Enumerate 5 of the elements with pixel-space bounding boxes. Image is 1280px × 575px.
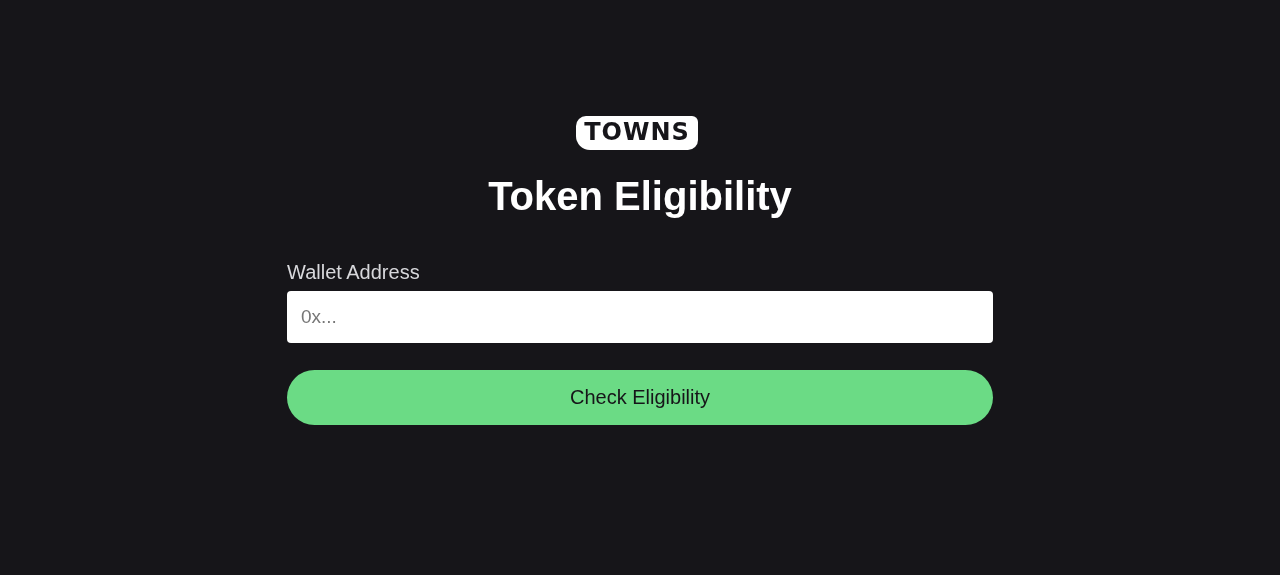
- logo: TOWNS: [576, 116, 698, 150]
- check-eligibility-button[interactable]: Check Eligibility: [287, 370, 993, 425]
- field-label: Wallet Address: [287, 260, 420, 284]
- page-title: Token Eligibility: [487, 173, 793, 220]
- wallet-address-field[interactable]: 0x...: [287, 291, 993, 343]
